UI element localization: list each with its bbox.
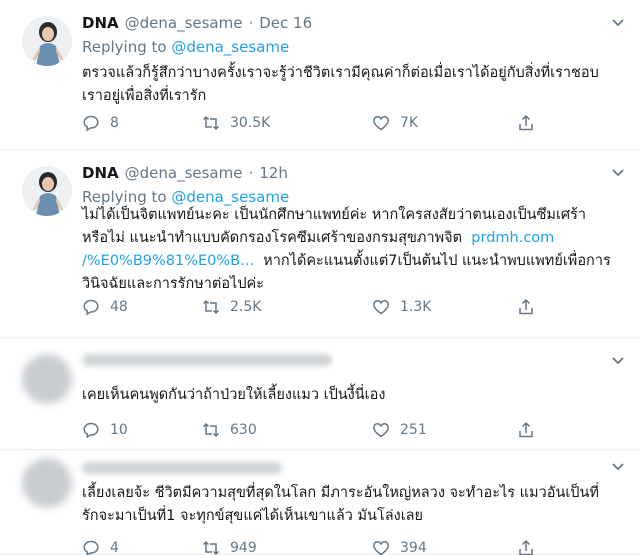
- chevron-down-icon[interactable]: [610, 164, 626, 180]
- retweet-count: 2.5K: [230, 299, 262, 315]
- tweet-text-line: /%E0%B9%81%E0%B... หากได้คะแนนตั้งแต่7เป…: [82, 250, 627, 273]
- reply-icon: [83, 299, 99, 316]
- tweet-actions: 10 630 251: [82, 420, 552, 440]
- share-icon: [519, 539, 533, 555]
- separator-dot: ·: [248, 164, 254, 182]
- replying-to: Replying to @dena_sesame: [82, 38, 289, 56]
- chevron-down-icon[interactable]: [610, 458, 626, 474]
- replying-to-label: Replying to: [82, 38, 167, 56]
- redacted-username: [82, 354, 332, 366]
- reply-button[interactable]: 4: [82, 538, 119, 555]
- share-button[interactable]: [517, 297, 545, 317]
- retweet-count: 949: [230, 540, 257, 555]
- tweet-text-line: ไม่ได้เป็นจิตแพทย์นะคะ เป็นนักศึกษาแพทย์…: [82, 207, 587, 223]
- user-handle[interactable]: @dena_sesame: [125, 164, 243, 182]
- reply-count: 48: [110, 299, 128, 315]
- tweet-actions: 8 30.5K 7K: [82, 113, 552, 133]
- reply-icon: [83, 115, 99, 132]
- display-name[interactable]: DNA: [82, 164, 119, 182]
- tweet-link[interactable]: prdmh.com: [471, 230, 554, 246]
- retweet-button[interactable]: 949: [202, 538, 257, 555]
- like-button[interactable]: 251: [372, 420, 427, 440]
- display-name[interactable]: DNA: [82, 14, 119, 32]
- tweet-text-line: รักจะมาเป็นที่1 จะทุกข์สุขแค่ได้เห็นเขาแ…: [82, 508, 424, 524]
- timestamp[interactable]: 12h: [259, 164, 288, 182]
- retweet-count: 30.5K: [230, 115, 271, 131]
- retweet-icon: [202, 115, 220, 131]
- tweet-1[interactable]: DNA @dena_sesame · Dec 16 Replying to @dena…: [0, 0, 640, 150]
- like-icon: [373, 116, 389, 131]
- retweet-button[interactable]: 2.5K: [202, 297, 261, 317]
- retweet-icon: [202, 299, 220, 315]
- tweet-text-line: ตรวจแล้วก็รู้สึกว่าบางครั้งเราจะรู้ว่าชี…: [82, 65, 599, 81]
- share-button[interactable]: [517, 420, 545, 440]
- reply-icon: [83, 422, 99, 439]
- like-count: 394: [400, 540, 427, 555]
- tweet-text-line: เลี้ยงเลยจ้ะ ชีวิตมีความสุขที่สุดในโลก ม…: [82, 485, 599, 501]
- tweet-actions: 4 949 394: [82, 538, 552, 555]
- user-handle[interactable]: @dena_sesame: [125, 14, 243, 32]
- tweet-text: เคยเห็นคนพูดกันว่าถ้าป่วยให้เลี้ยงแมว เป…: [82, 384, 627, 407]
- like-button[interactable]: 394: [372, 538, 427, 555]
- avatar[interactable]: [22, 354, 72, 404]
- tweet-text-line: วินิจฉัยและการรักษาต่อไปค่ะ: [82, 276, 265, 292]
- avatar-image: [22, 166, 72, 216]
- avatar[interactable]: [22, 458, 72, 508]
- like-icon: [373, 423, 389, 438]
- share-button[interactable]: [517, 538, 545, 555]
- tweet-text-line: หรือไม่ แนะนำทำแบบคัดกรองโรคซึมเศร้าของก…: [82, 227, 627, 250]
- tweet-text: เลี้ยงเลยจ้ะ ชีวิตมีความสุขที่สุดในโลก ม…: [82, 482, 627, 528]
- retweet-icon: [202, 540, 220, 555]
- retweet-icon: [202, 422, 220, 438]
- reply-count: 10: [110, 422, 128, 438]
- like-count: 7K: [400, 115, 419, 131]
- chevron-down-icon[interactable]: [610, 352, 626, 368]
- tweet-text-segment: หรือไม่ แนะนำทำแบบคัดกรองโรคซึมเศร้าของก…: [82, 230, 463, 246]
- separator-dot: ·: [248, 14, 254, 32]
- tweet-text: ไม่ได้เป็นจิตแพทย์นะคะ เป็นนักศึกษาแพทย์…: [82, 204, 627, 296]
- like-icon: [373, 541, 389, 555]
- like-icon: [373, 300, 389, 315]
- redacted-username: [82, 462, 282, 474]
- avatar-image: [22, 16, 72, 66]
- reply-count: 8: [110, 115, 119, 131]
- retweet-count: 630: [230, 422, 257, 438]
- timestamp[interactable]: Dec 16: [259, 14, 312, 32]
- tweet-4[interactable]: เลี้ยงเลยจ้ะ ชีวิตมีความสุขที่สุดในโลก ม…: [0, 450, 640, 555]
- reply-button[interactable]: 48: [82, 297, 128, 317]
- tweet-text-line: เคยเห็นคนพูดกันว่าถ้าป่วยให้เลี้ยงแมว เป…: [82, 387, 386, 403]
- retweet-button[interactable]: 630: [202, 420, 257, 440]
- like-count: 251: [400, 422, 427, 438]
- share-icon: [519, 421, 533, 438]
- tweet-link-continued[interactable]: /%E0%B9%81%E0%B...: [82, 253, 254, 269]
- like-button[interactable]: 7K: [372, 113, 418, 133]
- chevron-down-icon[interactable]: [610, 14, 626, 30]
- reply-icon: [83, 540, 99, 555]
- tweet-actions: 48 2.5K 1.3K: [82, 297, 552, 317]
- retweet-button[interactable]: 30.5K: [202, 113, 270, 133]
- tweet-text-line: เราอยู่เพื่อสิ่งที่เรารัก: [82, 88, 207, 104]
- share-icon: [519, 114, 533, 131]
- share-button[interactable]: [517, 113, 545, 133]
- tweet-3[interactable]: เคยเห็นคนพูดกันว่าถ้าป่วยให้เลี้ยงแมว เป…: [0, 338, 640, 450]
- tweet-2[interactable]: DNA @dena_sesame · 12h Replying to @dena_se…: [0, 150, 640, 338]
- reply-count: 4: [110, 540, 119, 555]
- reply-button[interactable]: 8: [82, 113, 119, 133]
- tweet-header: DNA @dena_sesame · 12h: [82, 164, 288, 182]
- tweet-text: ตรวจแล้วก็รู้สึกว่าบางครั้งเราจะรู้ว่าชี…: [82, 62, 627, 108]
- tweet-header: DNA @dena_sesame · Dec 16: [82, 14, 312, 32]
- avatar[interactable]: [22, 16, 72, 66]
- like-count: 1.3K: [400, 299, 432, 315]
- share-icon: [519, 298, 533, 315]
- tweet-text-segment: หากได้คะแนนตั้งแต่7เป็นต้นไป แนะนำพบแพทย…: [263, 253, 611, 269]
- replying-to-handle[interactable]: @dena_sesame: [171, 38, 289, 56]
- avatar[interactable]: [22, 166, 72, 216]
- like-button[interactable]: 1.3K: [372, 297, 431, 317]
- reply-button[interactable]: 10: [82, 420, 128, 440]
